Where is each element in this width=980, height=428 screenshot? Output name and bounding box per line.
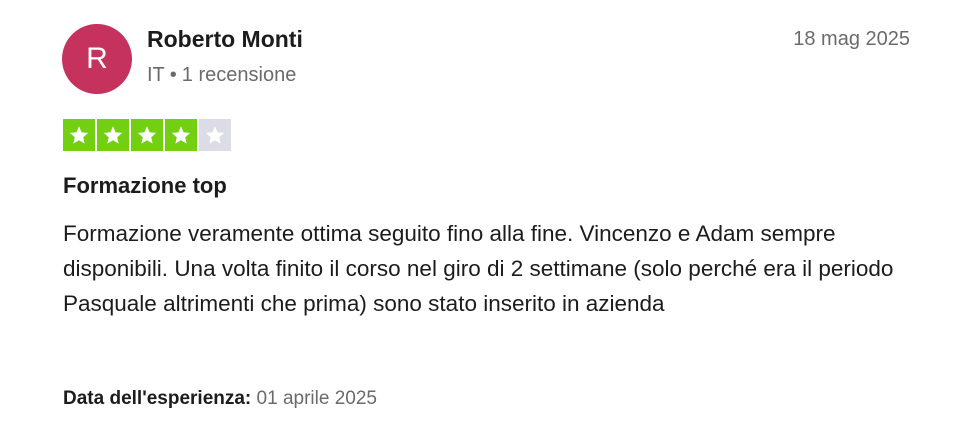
reviewer-review-count: 1 recensione: [181, 64, 297, 86]
experience-date: Data dell'esperienza: 01 aprile 2025: [63, 388, 377, 410]
reviewer-meta: IT • 1 recensione: [147, 64, 296, 87]
avatar-initial: R: [86, 42, 108, 75]
star-filled-icon: [97, 119, 129, 151]
star-empty-icon: [199, 119, 231, 151]
meta-separator: •: [169, 64, 177, 86]
review-card: R Roberto Monti IT • 1 recensione 18 mag 2…: [0, 0, 980, 428]
star-filled-icon: [63, 119, 95, 151]
experience-date-value: 01 aprile 2025: [256, 388, 377, 409]
star-filled-icon: [165, 119, 197, 151]
review-title[interactable]: Formazione top: [63, 173, 227, 199]
star-rating: [63, 119, 231, 151]
reviewer-name[interactable]: Roberto Monti: [147, 26, 303, 53]
experience-date-label: Data dell'esperienza:: [63, 388, 252, 409]
review-body: Formazione veramente ottima seguito fino…: [63, 221, 894, 316]
reviewer-country: IT: [147, 64, 165, 86]
review-date: 18 mag 2025: [793, 28, 910, 50]
star-filled-icon: [131, 119, 163, 151]
avatar[interactable]: R: [62, 24, 132, 94]
